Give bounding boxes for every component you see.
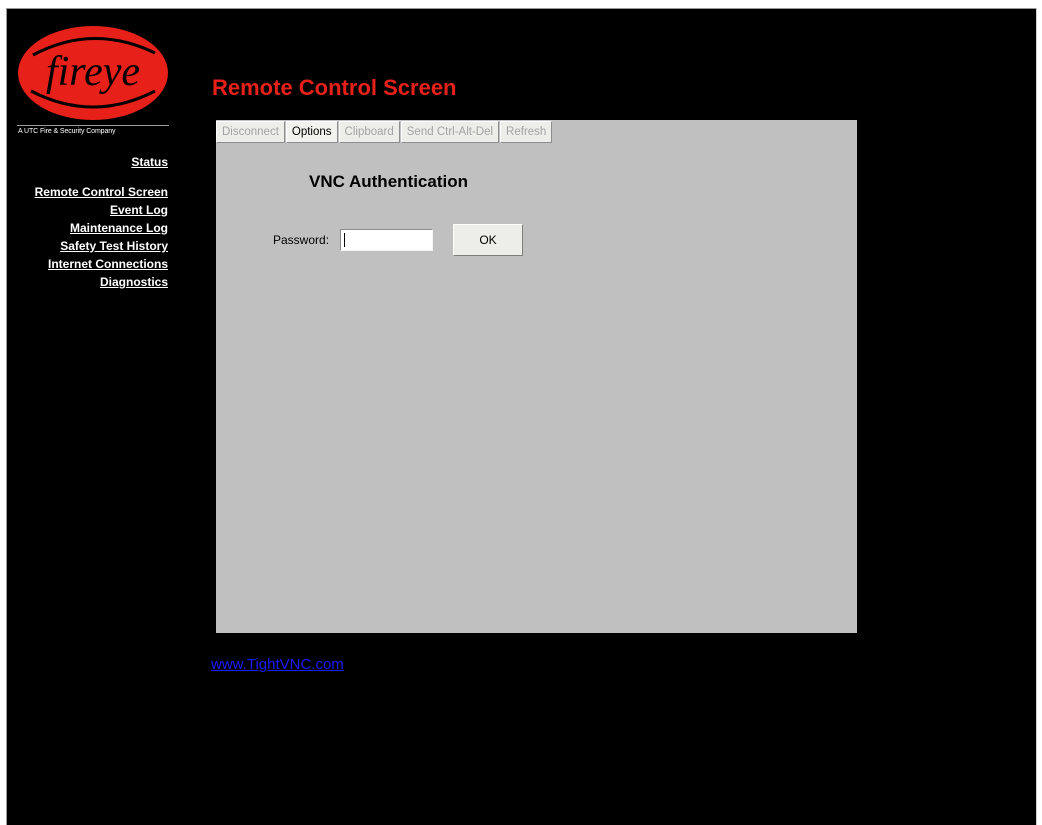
company-tagline: A UTC Fire & Security Company [18,128,116,135]
auth-title: VNC Authentication [309,172,468,191]
nav-link-remote-control-screen[interactable]: Remote Control Screen [17,183,168,201]
options-button[interactable]: Options [285,121,338,143]
window-edge [1036,8,1042,825]
vnc-applet[interactable]: Disconnect Options Clipboard Send Ctrl-A… [216,120,857,633]
clipboard-button[interactable]: Clipboard [338,121,400,143]
page-title: Remote Control Screen [212,75,457,100]
password-input[interactable] [340,229,433,251]
send-ctrl-alt-del-button[interactable]: Send Ctrl-Alt-Del [400,121,500,143]
nav-link-diagnostics[interactable]: Diagnostics [17,273,168,291]
password-label: Password: [273,233,330,247]
nav-link-safety-test-history[interactable]: Safety Test History [17,237,168,255]
page-background: fireye A UTC Fire & Security Company Sta… [6,8,1036,825]
nav-link-internet-connections[interactable]: Internet Connections [17,255,168,273]
svg-text:fireye: fireye [46,49,140,95]
nav-link-status[interactable]: Status [17,153,168,171]
refresh-button[interactable]: Refresh [500,121,553,143]
sidebar-nav: Status Remote Control Screen Event Log M… [17,153,168,291]
tightvnc-link[interactable]: www.TightVNC.com [211,656,344,673]
nav-link-maintenance-log[interactable]: Maintenance Log [17,219,168,237]
fireye-logo: fireye [17,25,169,121]
ok-button[interactable]: OK [453,224,523,256]
fireye-logo-icon: fireye [18,26,168,120]
logo-divider [17,125,169,126]
vnc-toolbar: Disconnect Options Clipboard Send Ctrl-A… [216,121,553,143]
nav-link-event-log[interactable]: Event Log [17,201,168,219]
disconnect-button[interactable]: Disconnect [216,121,285,143]
text-caret [344,233,345,247]
